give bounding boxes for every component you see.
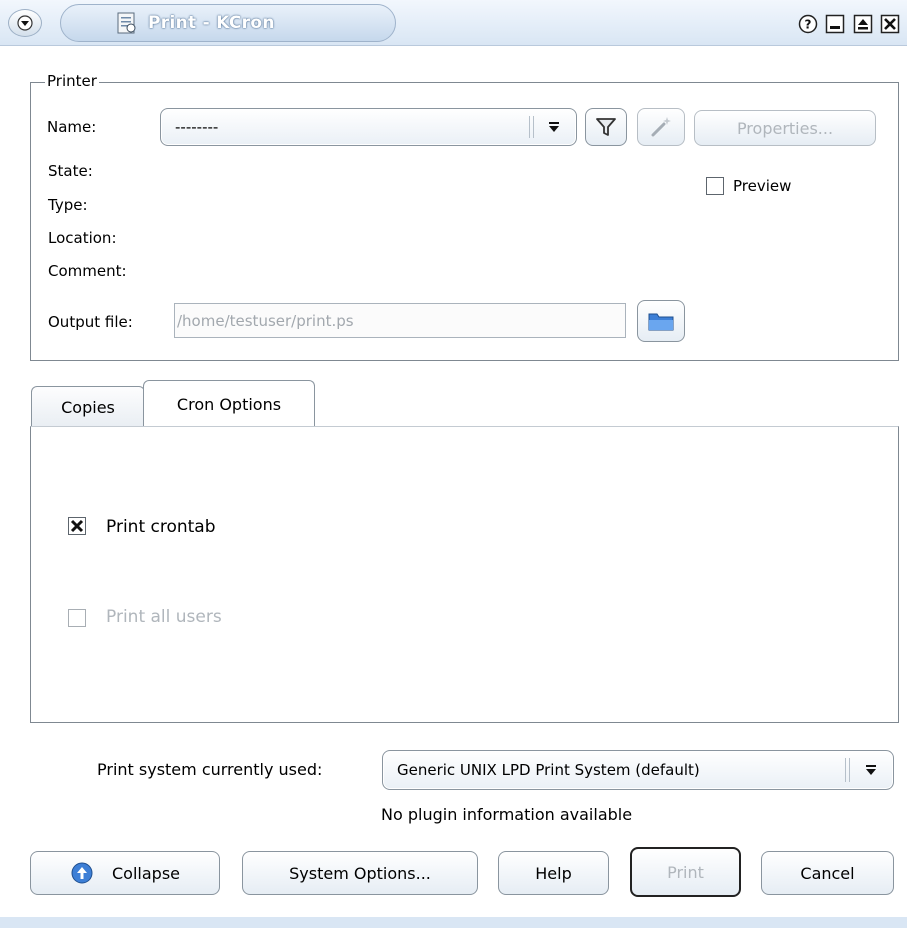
print-system-label: Print system currently used: <box>97 760 323 779</box>
filter-icon <box>596 118 616 136</box>
printer-wizard-button[interactable] <box>637 108 685 146</box>
tab-copies[interactable]: Copies <box>31 386 145 427</box>
app-icon <box>117 12 136 34</box>
printer-group-label: Printer <box>45 72 99 90</box>
window-title-tab: Print - KCron <box>60 4 396 42</box>
print-all-users-label[interactable]: Print all users <box>106 607 222 627</box>
check-x-icon <box>70 519 84 533</box>
tab-cron-options[interactable]: Cron Options <box>143 380 315 427</box>
minimize-icon <box>825 14 845 34</box>
type-label: Type: <box>48 196 88 214</box>
printer-name-combo[interactable]: -------- <box>160 108 577 146</box>
maximize-window-button[interactable] <box>852 13 874 35</box>
properties-button[interactable]: Properties... <box>694 110 876 146</box>
output-file-label: Output file: <box>48 313 133 331</box>
plugin-info-text: No plugin information available <box>381 805 633 824</box>
minimize-window-button[interactable] <box>824 13 846 35</box>
window-menu-button[interactable] <box>8 9 42 37</box>
state-label: State: <box>48 162 93 180</box>
maximize-icon <box>853 14 873 34</box>
print-system-combo[interactable]: Generic UNIX LPD Print System (default) <box>382 750 894 790</box>
location-label: Location: <box>48 229 117 247</box>
cron-options-panel <box>30 426 899 723</box>
title-bar[interactable]: Print - KCron ? <box>0 0 907 46</box>
window-bottom-border <box>0 917 907 928</box>
print-dialog: Print - KCron ? Printer Name: -------- P… <box>0 0 907 928</box>
output-file-input[interactable]: /home/testuser/print.ps <box>174 303 626 338</box>
combo-grip <box>529 116 534 138</box>
collapse-button[interactable]: Collapse <box>30 851 220 895</box>
printer-name-value: -------- <box>175 118 219 136</box>
print-crontab-label[interactable]: Print crontab <box>106 517 216 537</box>
window-title: Print - KCron <box>148 13 275 33</box>
svg-text:?: ? <box>805 18 812 32</box>
cancel-button[interactable]: Cancel <box>761 851 894 895</box>
close-window-button[interactable] <box>879 13 901 35</box>
question-icon: ? <box>798 14 818 34</box>
system-options-button[interactable]: System Options... <box>242 851 478 895</box>
help-window-button[interactable]: ? <box>797 13 819 35</box>
print-all-users-checkbox[interactable] <box>68 609 86 627</box>
wand-icon <box>651 117 671 137</box>
filter-printers-button[interactable] <box>585 108 627 146</box>
print-system-value: Generic UNIX LPD Print System (default) <box>397 761 700 779</box>
print-crontab-checkbox[interactable] <box>68 517 86 535</box>
combo-grip <box>845 758 850 782</box>
close-icon <box>880 14 900 34</box>
collapse-label: Collapse <box>112 863 180 883</box>
dropdown-arrow-icon <box>549 122 559 132</box>
folder-icon <box>648 313 674 331</box>
arrow-up-circle-icon <box>71 862 93 884</box>
print-button[interactable]: Print <box>630 847 741 897</box>
comment-label: Comment: <box>48 262 127 280</box>
preview-checkbox[interactable] <box>706 177 724 195</box>
chevron-down-icon <box>17 15 33 31</box>
name-label: Name: <box>47 118 97 136</box>
help-button[interactable]: Help <box>498 851 609 895</box>
dropdown-arrow-icon <box>866 765 876 775</box>
browse-output-button[interactable] <box>637 300 685 342</box>
preview-label[interactable]: Preview <box>733 177 791 195</box>
